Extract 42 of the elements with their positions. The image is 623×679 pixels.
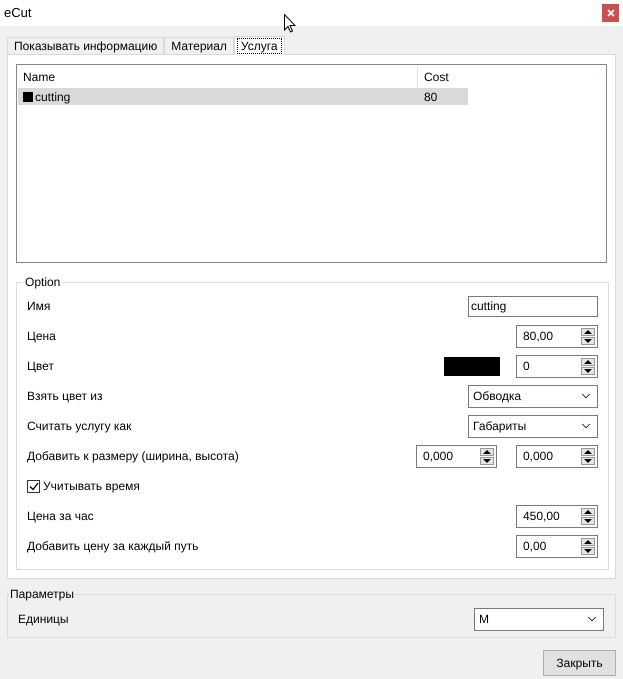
tab[interactable]: Показывать информацию [7,37,164,54]
window-title: eCut [4,4,32,22]
field-label: Цена [27,328,56,344]
checkmark-icon [28,482,38,490]
dropdown[interactable]: Обводка [468,384,598,408]
field-label: Цвет [27,359,54,373]
field-label: Цена за час [27,508,94,524]
text-field[interactable]: cutting [468,296,598,316]
checkbox-label[interactable]: Учитывать время [43,478,140,494]
tab[interactable]: Услуга [234,36,285,55]
tab[interactable]: Материал [164,37,234,54]
spin-box[interactable]: 0,000 [516,444,598,468]
spin-arrows-icon[interactable] [480,448,494,464]
spin-arrows-icon[interactable] [581,538,595,554]
group-title: Option [24,274,62,290]
field-label: Считать услугу как [27,418,132,434]
list-row[interactable]: cutting 80 [18,88,468,105]
field-label: Добавить к размеру (ширина, высота) [27,449,239,463]
checkbox[interactable] [27,480,40,492]
color-swatch[interactable] [444,356,500,376]
dropdown[interactable]: Габариты [468,414,598,438]
service-cost: 80 [423,88,438,104]
spin-box[interactable]: 0,000 [416,444,497,468]
dropdown[interactable]: М [474,608,604,630]
close-button[interactable] [602,4,619,22]
field-label: Добавить цену за каждый путь [27,538,198,554]
close-icon [606,9,614,17]
field-label: Единицы [18,611,69,627]
close-dialog-button[interactable]: Закрыть [543,650,616,676]
field-label: Имя [27,298,50,314]
service-name: cutting [35,88,70,104]
spin-box[interactable]: 80,00 [516,324,598,348]
spin-box[interactable]: 0 [516,354,598,378]
spin-arrows-icon[interactable] [581,358,595,374]
column-header[interactable]: Cost [418,66,468,88]
spin-box[interactable]: 0,00 [516,534,598,558]
spin-arrows-icon[interactable] [581,508,595,524]
spin-arrows-icon[interactable] [581,328,595,344]
field-label: Взять цвет из [27,388,103,404]
group-title: Параметры [9,586,75,602]
spin-box[interactable]: 450,00 [516,504,598,528]
spin-arrows-icon[interactable] [581,448,595,464]
